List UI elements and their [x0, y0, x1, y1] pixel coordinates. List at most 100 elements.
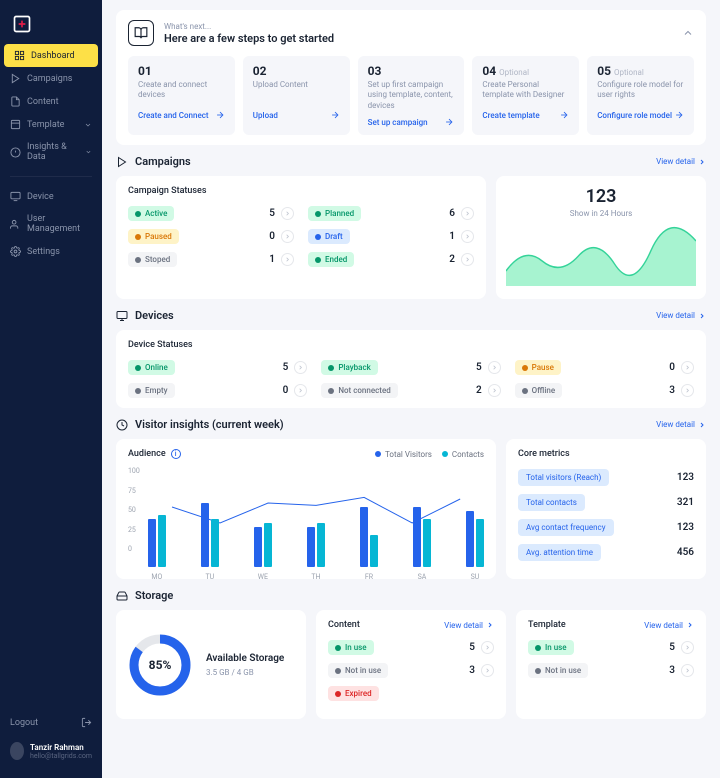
metric-row: Total contacts321	[518, 494, 694, 511]
expand-icon[interactable]	[461, 230, 474, 243]
expand-icon[interactable]	[294, 384, 307, 397]
step-link[interactable]: Configure role model	[597, 110, 684, 120]
step-link[interactable]: Upload	[253, 110, 340, 120]
nav-icon	[10, 73, 21, 84]
metric-label: Avg contact frequency	[518, 519, 614, 536]
chart-value: 123	[506, 186, 696, 207]
y-tick: 25	[128, 526, 140, 534]
expand-icon[interactable]	[681, 641, 694, 654]
step-link[interactable]: Create and Connect	[138, 110, 225, 120]
nav-label: Template	[27, 120, 64, 130]
expand-icon[interactable]	[488, 384, 501, 397]
nav-item-device[interactable]: Device	[0, 185, 102, 208]
status-dot	[315, 257, 321, 263]
bar-contacts	[211, 519, 219, 567]
nav-item-content[interactable]: Content	[0, 90, 102, 113]
expand-icon[interactable]	[294, 361, 307, 374]
view-detail-link[interactable]: View detail	[656, 420, 706, 429]
nav-item-settings[interactable]: Settings	[0, 240, 102, 263]
status-badge: Active	[128, 206, 174, 221]
nav-item-dashboard[interactable]: Dashboard	[4, 44, 98, 67]
view-detail-link[interactable]: View detail	[656, 311, 706, 320]
step-number: 02	[253, 64, 340, 78]
user-block[interactable]: Tanzir Rahman hello@tallgrids.com	[0, 734, 102, 768]
status-badge: Paused	[128, 229, 179, 244]
bar-contacts	[476, 519, 484, 567]
status-dot	[335, 645, 341, 651]
sidebar: DashboardCampaignsContent Template Insight…	[0, 0, 102, 778]
chevron-up-icon[interactable]	[682, 27, 694, 39]
audience-panel: Audiencei Total Visitors Contacts 100755…	[116, 439, 496, 579]
arrow-right-icon	[674, 110, 684, 120]
expand-icon[interactable]	[481, 641, 494, 654]
bar-group: SU	[466, 487, 484, 567]
step-desc: Create Personal template with Designer	[482, 80, 569, 104]
storage-row: Not in use3	[328, 663, 494, 678]
step-card: 01Create and connect devicesCreate and C…	[128, 56, 235, 135]
expand-icon[interactable]	[681, 384, 694, 397]
nav-label: Settings	[27, 247, 60, 257]
campaign-statuses-panel: Campaign Statuses Active5Planned6Paused0…	[116, 176, 486, 299]
metric-label: Avg. attention time	[518, 544, 601, 561]
panel-title: Campaign Statuses	[128, 186, 474, 196]
count-value: 0	[669, 362, 675, 373]
storage-row: Not in use 3	[528, 663, 694, 678]
status-dot	[315, 234, 321, 240]
count-value: 1	[449, 231, 455, 242]
metric-row: Total visitors (Reach)123	[518, 469, 694, 486]
arrow-right-icon	[330, 110, 340, 120]
status-badge: Pause	[515, 360, 561, 375]
expand-icon[interactable]	[281, 207, 294, 220]
y-tick: 75	[128, 487, 140, 495]
bar-contacts	[264, 523, 272, 567]
status-badge: Expired	[328, 686, 379, 701]
bar-group: FR	[360, 487, 378, 567]
view-detail-link[interactable]: View detail	[444, 621, 494, 630]
bar-visitors	[413, 507, 421, 567]
step-link[interactable]: Create template	[482, 110, 569, 120]
nav-item-insights-&-data[interactable]: Insights & Data	[0, 136, 102, 168]
step-link[interactable]: Set up campaign	[368, 117, 455, 127]
view-detail-link[interactable]: View detail	[644, 621, 694, 630]
logout-button[interactable]: Logout	[0, 711, 102, 734]
step-desc: Upload Content	[253, 80, 340, 104]
bar-visitors	[360, 507, 368, 567]
bar-contacts	[423, 519, 431, 567]
chart-label: Show in 24 Hours	[506, 209, 696, 218]
bar-group: MO	[148, 487, 166, 567]
bar-group: TU	[201, 487, 219, 567]
count-value: 0	[283, 385, 289, 396]
count-cell: 6	[449, 207, 474, 220]
count-value: 0	[269, 231, 275, 242]
status-badge: Not in use	[528, 663, 588, 678]
count-value: 5	[669, 642, 675, 653]
expand-icon[interactable]	[488, 361, 501, 374]
expand-icon[interactable]	[681, 664, 694, 677]
expand-icon[interactable]	[681, 361, 694, 374]
section-title: Visitor insights (current week)	[135, 418, 284, 431]
count-cell: 5	[269, 207, 294, 220]
avatar	[10, 742, 24, 760]
monitor-icon	[116, 310, 128, 322]
clock-icon	[116, 419, 128, 431]
x-label: TU	[205, 573, 214, 581]
expand-icon[interactable]	[281, 253, 294, 266]
count-cell: 0	[283, 384, 308, 397]
status-dot	[135, 365, 141, 371]
nav-icon	[10, 246, 21, 257]
expand-icon[interactable]	[481, 664, 494, 677]
nav-item-template[interactable]: Template	[0, 113, 102, 136]
info-icon[interactable]: i	[171, 449, 181, 459]
metric-label: Total visitors (Reach)	[518, 469, 609, 486]
nav-item-user-management[interactable]: User Management	[0, 208, 102, 240]
chevron-down-icon	[84, 121, 92, 129]
step-desc: Set up first campaign using template, co…	[368, 80, 455, 111]
status-dot	[522, 365, 528, 371]
x-label: FR	[365, 573, 373, 581]
nav-item-campaigns[interactable]: Campaigns	[0, 67, 102, 90]
expand-icon[interactable]	[461, 207, 474, 220]
expand-icon[interactable]	[281, 230, 294, 243]
count-value: 3	[669, 665, 675, 676]
expand-icon[interactable]	[461, 253, 474, 266]
view-detail-link[interactable]: View detail	[656, 157, 706, 166]
